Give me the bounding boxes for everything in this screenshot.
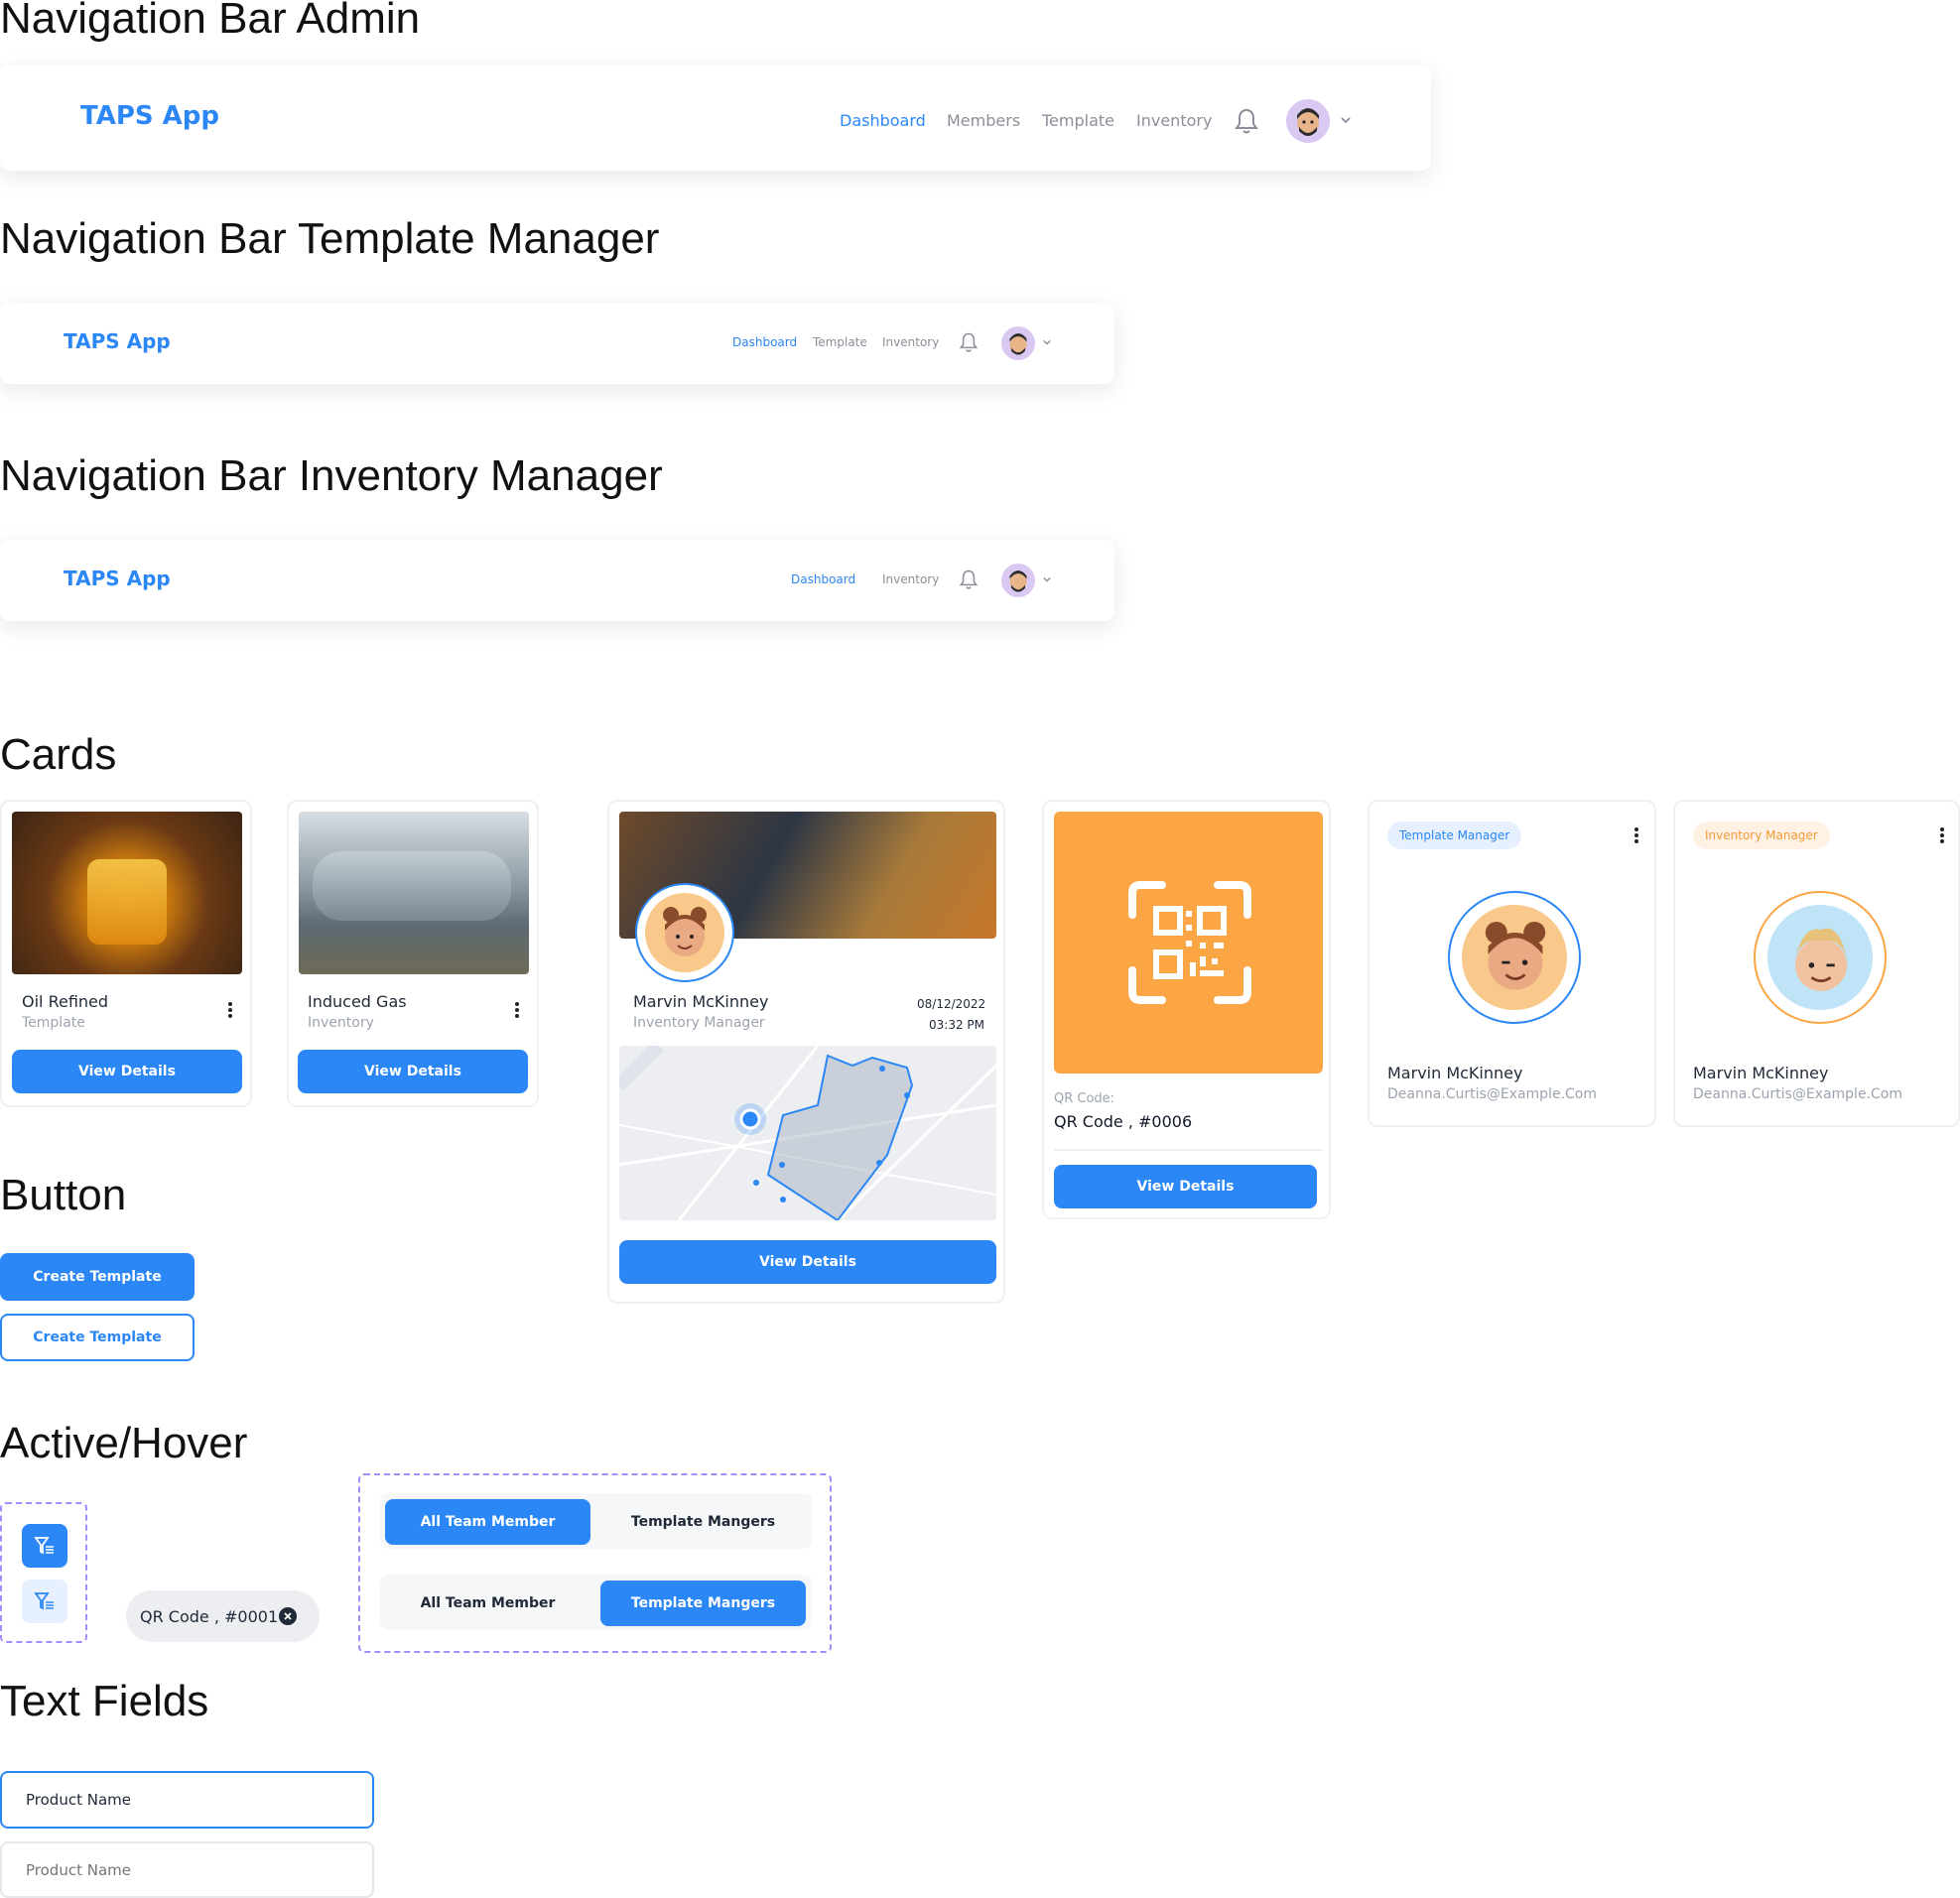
card-induced-gas: Induced Gas Inventory View Details [287, 800, 539, 1107]
nav-link-dashboard[interactable]: Dashboard [791, 572, 855, 586]
card-title: Oil Refined [22, 992, 109, 1011]
product-name-input[interactable] [26, 1791, 372, 1809]
user-avatar[interactable] [1001, 326, 1035, 360]
qr-label: QR Code: [1054, 1091, 1115, 1106]
member-avatar[interactable] [635, 883, 734, 982]
more-options-icon[interactable] [1939, 825, 1945, 845]
user-name: Marvin McKinney [1693, 1064, 1829, 1082]
section-title-cards: Cards [0, 730, 117, 779]
navbar-admin: TAPS App Dashboard Members Template Inve… [0, 65, 1431, 171]
product-name-input[interactable] [26, 1860, 372, 1879]
section-title-text-fields: Text Fields [0, 1677, 209, 1725]
card-inventory-manager-user: Inventory Manager Marvin McKinney Deanna… [1673, 800, 1960, 1127]
filter-states-group [0, 1502, 87, 1643]
location-map[interactable] [619, 1046, 996, 1220]
card-oil-refined: Oil Refined Template View Details [0, 800, 252, 1107]
bell-icon[interactable] [959, 331, 979, 353]
tab-all-team-member[interactable]: All Team Member [385, 1499, 590, 1545]
brand-logo[interactable]: TAPS App [64, 567, 171, 590]
card-title: Induced Gas [308, 992, 407, 1011]
qr-chip-label: QR Code , #0001 [140, 1606, 279, 1626]
section-title-nav-template: Navigation Bar Template Manager [0, 214, 660, 263]
more-options-icon[interactable] [227, 1000, 233, 1020]
brand-logo[interactable]: TAPS App [64, 329, 171, 353]
brand-logo[interactable]: TAPS App [80, 101, 219, 131]
time-text: 03:32 PM [929, 1018, 984, 1032]
section-title-button: Button [0, 1171, 127, 1219]
tab-template-mangers[interactable]: Template Mangers [600, 1499, 806, 1545]
card-subtitle: Inventory [308, 1015, 374, 1031]
bell-icon[interactable] [959, 569, 979, 590]
more-options-icon[interactable] [514, 1000, 520, 1020]
section-title-nav-inventory: Navigation Bar Inventory Manager [0, 451, 663, 500]
filter-icon [34, 1537, 54, 1555]
more-options-icon[interactable] [1633, 825, 1639, 845]
nav-link-inventory[interactable]: Inventory [882, 572, 939, 586]
view-details-button[interactable]: View Details [12, 1050, 242, 1093]
tab-bar-row-1: All Team Member Template Mangers [380, 1493, 812, 1549]
role-chip-template-manager: Template Manager [1387, 822, 1522, 849]
close-icon[interactable] [278, 1606, 298, 1626]
section-title-nav-admin: Navigation Bar Admin [0, 0, 421, 43]
view-details-button[interactable]: View Details [298, 1050, 528, 1093]
card-qr-code: QR Code: QR Code , #0006 View Details [1042, 800, 1331, 1219]
section-title-active-hover: Active/Hover [0, 1419, 248, 1467]
user-avatar[interactable] [1286, 99, 1330, 143]
card-member-location: Marvin McKinney Inventory Manager 08/12/… [607, 800, 1005, 1304]
card-subtitle: Template [22, 1015, 85, 1031]
create-template-outline-button[interactable]: Create Template [0, 1314, 195, 1361]
view-details-button[interactable]: View Details [1054, 1165, 1317, 1208]
card-template-manager-user: Template Manager Marvin McKinney Deanna.… [1368, 800, 1656, 1127]
nav-link-inventory[interactable]: Inventory [882, 335, 939, 349]
filter-button-default[interactable] [22, 1580, 67, 1623]
user-avatar[interactable] [1754, 891, 1887, 1024]
nav-link-inventory[interactable]: Inventory [1136, 111, 1212, 130]
chevron-down-icon[interactable] [1042, 575, 1052, 583]
divider [1054, 1149, 1323, 1151]
nav-link-dashboard[interactable]: Dashboard [732, 335, 797, 349]
user-avatar[interactable] [1448, 891, 1581, 1024]
bell-icon[interactable] [1234, 107, 1259, 135]
nav-link-dashboard[interactable]: Dashboard [840, 111, 926, 130]
member-name: Marvin McKinney [633, 992, 769, 1011]
user-name: Marvin McKinney [1387, 1064, 1523, 1082]
navbar-inventory-manager: TAPS App Dashboard Inventory [0, 540, 1114, 621]
qr-scan-icon [1128, 881, 1251, 1004]
qr-code-chip[interactable]: QR Code , #0001 [126, 1590, 320, 1642]
product-image-gas [299, 812, 529, 974]
create-template-button[interactable]: Create Template [0, 1253, 195, 1301]
tab-bar-row-2: All Team Member Template Mangers [380, 1575, 812, 1630]
tab-template-mangers[interactable]: Template Mangers [600, 1581, 806, 1626]
nav-link-template[interactable]: Template [1042, 111, 1114, 130]
role-chip-inventory-manager: Inventory Manager [1693, 822, 1830, 849]
qr-value: QR Code , #0006 [1054, 1112, 1193, 1131]
chevron-down-icon[interactable] [1042, 338, 1052, 346]
product-name-field[interactable] [0, 1841, 374, 1898]
qr-image-panel [1054, 812, 1323, 1074]
product-image-oil [12, 812, 242, 974]
product-name-field-focused[interactable] [0, 1771, 374, 1829]
filter-button-active[interactable] [22, 1524, 67, 1568]
nav-link-template[interactable]: Template [813, 335, 867, 349]
view-details-button[interactable]: View Details [619, 1240, 996, 1284]
date-text: 08/12/2022 [917, 997, 986, 1011]
navbar-template-manager: TAPS App Dashboard Template Inventory [0, 303, 1114, 384]
tab-states-group: All Team Member Template Mangers All Tea… [358, 1473, 832, 1653]
filter-icon [34, 1592, 54, 1610]
user-email: Deanna.Curtis@Example.Com [1693, 1086, 1902, 1102]
user-avatar[interactable] [1001, 564, 1035, 597]
tab-all-team-member[interactable]: All Team Member [385, 1581, 590, 1626]
chevron-down-icon[interactable] [1340, 115, 1352, 125]
nav-link-members[interactable]: Members [947, 111, 1020, 130]
user-email: Deanna.Curtis@Example.Com [1387, 1086, 1597, 1102]
member-role: Inventory Manager [633, 1015, 765, 1031]
